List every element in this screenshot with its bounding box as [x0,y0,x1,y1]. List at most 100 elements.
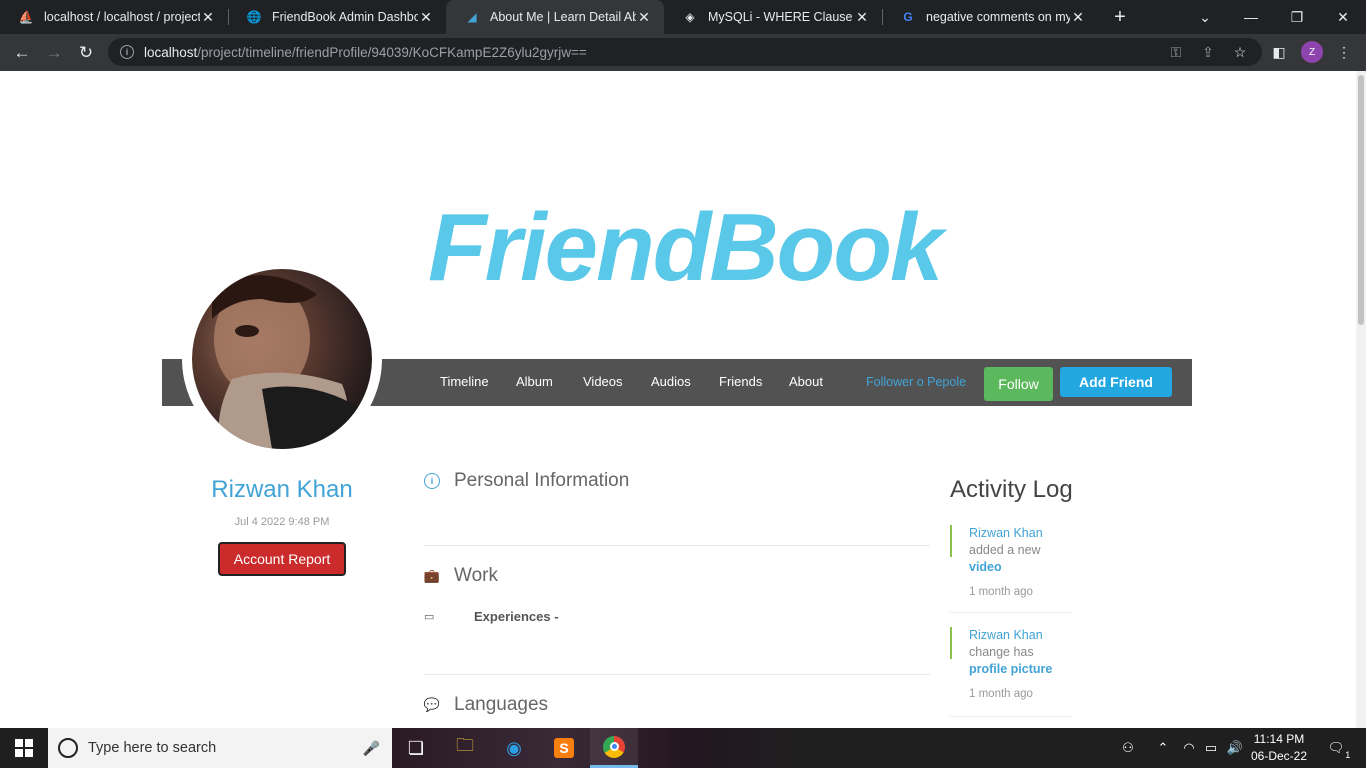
divider [424,545,930,546]
activity-marker [950,627,952,659]
menu-kebab-icon[interactable]: ⋮ [1334,42,1354,62]
briefcase-icon: 💼 [423,568,441,583]
tab-title: negative comments on my post [926,10,1070,24]
microphone-icon[interactable]: 🎤 [363,740,380,757]
divider [424,674,930,675]
friendbook-favicon-icon: ◢ [467,10,477,24]
page-scrollbar-thumb[interactable] [1358,75,1364,325]
tab-mysqli-where[interactable]: ◈ MySQLi - WHERE Clause ✕ [664,0,882,34]
key-icon[interactable]: ⚿ [1166,42,1186,62]
close-icon[interactable]: ✕ [636,9,652,25]
google-icon: G [903,10,913,24]
address-bar[interactable]: i localhost/project/timeline/friendProfi… [108,38,1262,66]
activity-text: change has [969,645,1034,659]
taskbar-search-box[interactable]: Type here to search 🎤 [48,728,392,768]
experiences-label: Experiences - [474,609,559,624]
windows-start-button[interactable] [0,728,48,768]
forward-arrow-icon[interactable]: → [40,39,68,67]
notification-center-icon[interactable]: 🗨 1 [1320,728,1352,768]
account-report-button[interactable]: Account Report [218,542,346,576]
browser-tab-strip: ⛵ localhost / localhost / project ✕ 🌐 Fr… [0,0,1366,34]
close-window-button[interactable]: ✕ [1320,0,1366,34]
profile-picture[interactable] [192,269,372,449]
section-title: Languages [454,694,549,715]
site-info-icon[interactable]: i [120,45,134,59]
taskbar-clock[interactable]: 11:14 PM 06-Dec-22 [1248,731,1310,765]
nav-about[interactable]: About [789,374,823,389]
activity-user-link[interactable]: Rizwan Khan [969,627,1072,644]
sublime-text-icon[interactable]: S [540,728,588,768]
languages-section: 💬 Languages [424,694,548,716]
tab-title: MySQLi - WHERE Clause [708,10,853,24]
clock-date: 06-Dec-22 [1250,749,1308,763]
battery-icon[interactable]: ▭ [1200,728,1222,768]
briefcase-icon: ▭ [424,611,435,623]
page-content: FriendBook Timeline Album Videos Audios … [0,71,1356,728]
activity-text: added a new [969,543,1041,557]
profile-photo-art [192,275,367,449]
friendbook-logo[interactable]: FriendBook [428,193,943,303]
reload-icon[interactable]: ↻ [72,39,100,67]
volume-icon[interactable]: 🔊 [1224,728,1246,768]
profile-avatar[interactable]: Z [1301,41,1323,63]
restore-button[interactable]: ❐ [1274,0,1320,34]
show-hidden-icons-chevron-icon[interactable]: ⌃ [1152,728,1174,768]
tab-title: FriendBook Admin Dashboard [272,10,418,24]
nav-videos[interactable]: Videos [583,374,623,389]
chrome-icon[interactable] [590,728,638,768]
wifi-icon[interactable]: ◠ [1178,728,1200,768]
add-friend-button[interactable]: Add Friend [1060,367,1172,397]
activity-time: 1 month ago [969,688,1033,700]
profile-name[interactable]: Rizwan Khan [162,476,402,504]
tab-search-chevron-icon[interactable]: ⌄ [1182,0,1228,34]
close-icon[interactable]: ✕ [418,9,434,25]
close-icon[interactable]: ✕ [200,9,216,25]
notification-count: 1 [1345,750,1351,760]
tab-google-search[interactable]: G negative comments on my post ✕ [882,0,1098,34]
follow-button[interactable]: Follow [984,367,1053,401]
activity-user-link[interactable]: Rizwan Khan [969,525,1072,542]
file-explorer-icon[interactable]: 🗀 [441,728,489,768]
windows-logo-icon [15,739,33,757]
search-placeholder: Type here to search [88,740,217,756]
section-title: Personal Information [454,470,630,491]
bookmark-star-icon[interactable]: ☆ [1230,42,1250,62]
task-view-icon[interactable]: ❏ [392,728,440,768]
clock-time: 11:14 PM [1253,732,1305,746]
phpmyadmin-icon: ⛵ [18,10,34,24]
tab-phpmyadmin[interactable]: ⛵ localhost / localhost / project ✕ [0,0,228,34]
activity-time: 1 month ago [969,586,1033,598]
url-text: localhost/project/timeline/friendProfile… [144,44,587,60]
share-icon[interactable]: ⇪ [1198,42,1218,62]
browser-toolbar: ← → ↻ i localhost/project/timeline/frien… [0,34,1366,71]
cortana-icon [58,738,78,758]
tab-title: localhost / localhost / project [44,10,200,24]
nav-friends[interactable]: Friends [719,374,762,389]
nav-album[interactable]: Album [516,374,553,389]
close-icon[interactable]: ✕ [854,9,870,25]
work-section: 💼 Work [424,565,498,587]
side-panel-icon[interactable]: ◧ [1269,42,1289,62]
tab-title: About Me | Learn Detail About [490,10,636,24]
activity-item: Rizwan Khan added a new video 1 month ag… [950,525,1072,613]
tutorialspoint-icon: ◈ [685,10,695,24]
followers-count[interactable]: Follower o Pepole [866,375,966,389]
minimize-button[interactable]: — [1228,0,1274,34]
section-title: Work [454,565,498,586]
tab-about-me[interactable]: ◢ About Me | Learn Detail About ✕ [446,0,664,34]
experiences-row: ▭ Experiences - [424,609,559,624]
activity-target-link[interactable]: video [969,559,1072,576]
people-icon[interactable]: ⚇ [1116,728,1140,768]
edge-icon[interactable]: ◉ [490,728,538,768]
windows-taskbar: Type here to search 🎤 ❏ 🗀 ◉ S ⚇ ⌃ ◠ ▭ 🔊 … [0,728,1366,768]
nav-audios[interactable]: Audios [651,374,691,389]
activity-marker [950,525,952,557]
new-tab-button[interactable]: + [1108,5,1132,29]
tab-admin-dashboard[interactable]: 🌐 FriendBook Admin Dashboard ✕ [228,0,446,34]
nav-timeline[interactable]: Timeline [440,374,489,389]
info-circle-icon: i [424,473,440,489]
back-arrow-icon[interactable]: ← [8,39,36,67]
activity-log-title: Activity Log [950,476,1073,503]
activity-target-link[interactable]: profile picture [969,662,1052,676]
close-icon[interactable]: ✕ [1070,9,1086,25]
